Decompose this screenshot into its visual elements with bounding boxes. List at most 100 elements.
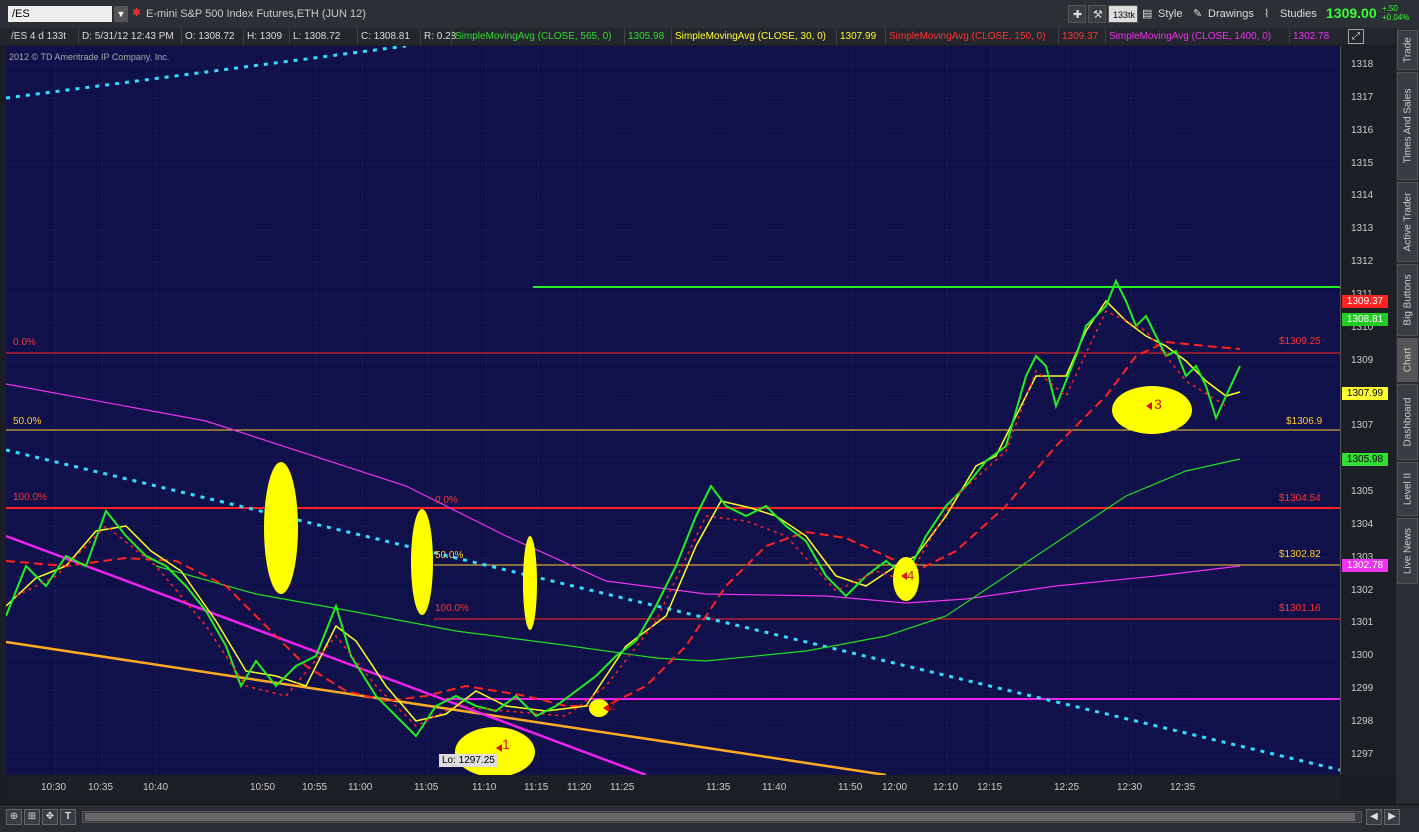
text-tool-icon[interactable]: T <box>60 809 76 825</box>
fib-price-1301-16: $1301.16 <box>1279 603 1321 614</box>
style-icon: ▤ <box>1142 8 1153 20</box>
time-tick-label: 12:10 <box>933 782 959 793</box>
crosshair-icon[interactable]: ✚ <box>1068 5 1086 23</box>
sma-565-label[interactable]: SimpleMovingAvg (CLOSE, 565, 0) <box>451 29 615 44</box>
price-tick-label: 1314 <box>1351 190 1374 202</box>
highlight-ellipse-1[interactable] <box>264 462 298 594</box>
chart-period[interactable]: /ES 4 d 133t <box>8 29 69 44</box>
signal-number-1: 1 <box>502 736 510 752</box>
change-abs: +.50 <box>1382 4 1398 13</box>
expand-icon[interactable]: ⤢ <box>1348 29 1364 44</box>
wrench-icon[interactable]: ⚒ <box>1088 5 1106 23</box>
bar-open: O: 1308.72 <box>181 29 237 44</box>
bar-date: D: 5/31/12 12:43 PM <box>78 29 177 44</box>
copyright: 2012 © TD Ameritrade IP Company, Inc. <box>9 52 170 62</box>
axis-box-last: 1308.81 <box>1342 313 1388 326</box>
price-change: +.50 +0.04% <box>1382 4 1409 22</box>
scroll-right-icon[interactable]: ▶ <box>1384 809 1400 825</box>
symbol-dropdown-icon[interactable]: ▼ <box>114 6 128 22</box>
drawings-button[interactable]: Drawings <box>1208 5 1254 23</box>
fib-price-1309-25: $1309.25 <box>1279 336 1321 347</box>
price-tick-label: 1315 <box>1351 157 1374 169</box>
sma-30-line[interactable] <box>6 299 1241 722</box>
highlight-ellipse-4[interactable] <box>455 727 535 775</box>
chart-svg <box>6 46 1340 775</box>
sma-150-value: 1309.37 <box>1058 29 1101 44</box>
settings-gear-icon[interactable]: ✱ <box>132 7 143 19</box>
tab-level-ii[interactable]: Level II <box>1397 462 1418 516</box>
time-tick-label: 10:30 <box>41 782 67 793</box>
studies-button[interactable]: Studies <box>1280 5 1317 23</box>
time-tick-label: 11:05 <box>414 782 439 793</box>
time-tick-label: 11:50 <box>838 782 863 793</box>
drawings-icon: ✎ <box>1193 8 1203 20</box>
fib-label-100: 100.0% <box>13 492 47 503</box>
price-tick-label: 1305 <box>1351 486 1374 498</box>
price-tick-label: 1300 <box>1351 650 1374 662</box>
axis-box-sma1400: 1302.78 <box>1342 559 1388 572</box>
tab-big-buttons[interactable]: Big Buttons <box>1397 264 1418 336</box>
time-tick-label: 12:30 <box>1117 782 1143 793</box>
low-label: Lo: 1297.25 <box>439 754 498 767</box>
chart-scrollbar[interactable] <box>82 811 1362 823</box>
scroll-left-icon[interactable]: ◀ <box>1366 809 1382 825</box>
bar-close: C: 1308.81 <box>357 29 413 44</box>
time-tick-label: 11:15 <box>524 782 549 793</box>
time-tick-label: 12:15 <box>977 782 1003 793</box>
chart-plot-area[interactable]: 2012 © TD Ameritrade IP Company, Inc. 0.… <box>6 46 1340 775</box>
tab-trade[interactable]: Trade <box>1397 30 1418 70</box>
top-toolbar: /ES ▼ ✱ E-mini S&P 500 Index Futures,ETH… <box>0 0 1419 29</box>
time-tick-label: 11:20 <box>567 782 592 793</box>
tab-live-news[interactable]: Live News <box>1397 518 1418 584</box>
tab-active-trader[interactable]: Active Trader <box>1397 182 1418 262</box>
signal-number-2: 2 <box>609 701 616 713</box>
time-tick-label: 11:40 <box>762 782 787 793</box>
symbol-input[interactable]: /ES <box>8 6 112 22</box>
price-tick-label: 1312 <box>1351 256 1374 268</box>
time-tick-label: 10:55 <box>302 782 328 793</box>
tab-chart[interactable]: Chart <box>1397 338 1418 382</box>
price-tick-label: 1307 <box>1351 420 1374 432</box>
price-tick-label: 1317 <box>1351 91 1374 103</box>
time-tick-label: 10:40 <box>143 782 169 793</box>
price-tick-label: 1313 <box>1351 223 1374 235</box>
fib-b-label-50: 50.0% <box>435 550 464 561</box>
price-down-bars <box>15 309 1227 727</box>
studies-icon: ⌇ <box>1264 8 1270 20</box>
signal-number-4: 4 <box>907 568 915 583</box>
time-tick-label: 11:10 <box>472 782 497 793</box>
axis-box-sma565: 1305.98 <box>1342 453 1388 466</box>
price-tick-label: 1309 <box>1351 354 1374 366</box>
price-tick-label: 1299 <box>1351 683 1374 695</box>
fib-label-50: 50.0% <box>13 416 42 427</box>
time-axis[interactable]: 10:30 10:35 10:40 10:50 10:55 11:00 11:05 11:10… <box>6 776 1340 800</box>
time-tick-label: 12:25 <box>1054 782 1080 793</box>
sma-565-line[interactable] <box>155 458 1241 662</box>
time-tick-label: 11:35 <box>706 782 731 793</box>
instrument-description: E-mini S&P 500 Index Futures,ETH (JUN 12… <box>146 8 366 20</box>
sma-150-label[interactable]: SimpleMovingAvg (CLOSE, 150, 0) <box>885 29 1049 44</box>
style-button[interactable]: Style <box>1158 5 1182 23</box>
sma-1400-label[interactable]: SimpleMovingAvg (CLOSE, 1400, 0) <box>1105 29 1274 44</box>
time-tick-label: 11:25 <box>610 782 635 793</box>
tab-times-and-sales[interactable]: Times And Sales <box>1397 72 1418 180</box>
aggregation-button[interactable]: 133tk <box>1108 5 1138 23</box>
sma-1400-value: 1302.78 <box>1289 29 1332 44</box>
sma-30-label[interactable]: SimpleMovingAvg (CLOSE, 30, 0) <box>671 29 829 44</box>
fib-b-label-0: 0.0% <box>435 495 458 506</box>
tab-dashboard[interactable]: Dashboard <box>1397 384 1418 460</box>
last-price: 1309.00 <box>1326 5 1377 21</box>
price-tick-label: 1298 <box>1351 716 1374 727</box>
zoom-icon[interactable]: ⊕ <box>6 809 22 825</box>
price-axis[interactable]: 1318131713161315131413131312131113101309… <box>1340 46 1396 775</box>
highlight-ellipse-2[interactable] <box>411 509 433 615</box>
signal-number-3: 3 <box>1154 396 1162 412</box>
price-tick-label: 1316 <box>1351 124 1374 136</box>
pan-icon[interactable]: ✥ <box>42 809 58 825</box>
fib-price-1304-54: $1304.54 <box>1279 493 1321 504</box>
zoom-in-icon[interactable]: ⊞ <box>24 809 40 825</box>
scrollbar-thumb[interactable] <box>85 813 1355 821</box>
highlight-ellipse-3[interactable] <box>523 536 537 630</box>
fib-price-1306-9: $1306.9 <box>1286 416 1323 427</box>
bar-low: L: 1308.72 <box>289 29 343 44</box>
